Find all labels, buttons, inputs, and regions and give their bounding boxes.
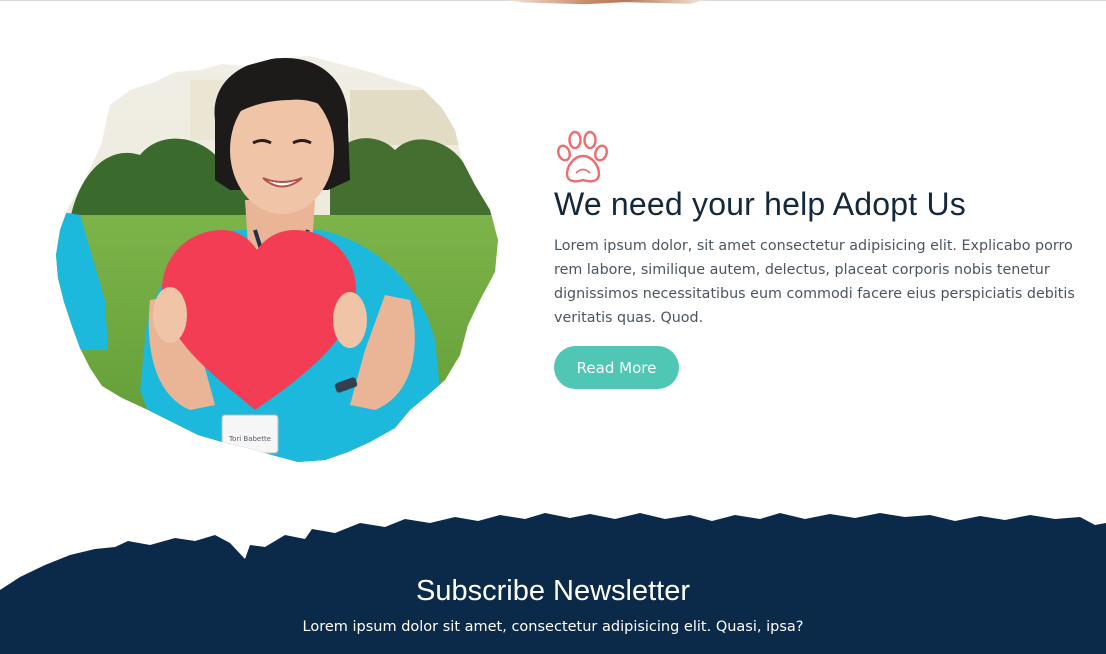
page: Tori Babette We need your help Adopt Us … xyxy=(0,0,1106,654)
previous-section-image-edge xyxy=(505,0,705,5)
paw-icon xyxy=(557,130,608,183)
adopt-description: Lorem ipsum dolor, sit amet consectetur … xyxy=(554,238,1075,326)
adopt-photo: Tori Babette xyxy=(50,50,505,470)
badge-name: Tori Babette xyxy=(228,435,271,443)
read-more-button[interactable]: Read More xyxy=(554,346,679,389)
newsletter-title: Subscribe Newsletter xyxy=(416,575,690,607)
adopt-section: We need your help Adopt Us Lorem ipsum d… xyxy=(554,128,1094,389)
newsletter-subtitle: Lorem ipsum dolor sit amet, consectetur … xyxy=(302,619,804,635)
nurse-holding-heart-image: Tori Babette xyxy=(56,56,498,462)
adopt-title: We need your help Adopt Us xyxy=(554,186,966,222)
newsletter-section: Subscribe Newsletter Lorem ipsum dolor s… xyxy=(0,505,1106,654)
